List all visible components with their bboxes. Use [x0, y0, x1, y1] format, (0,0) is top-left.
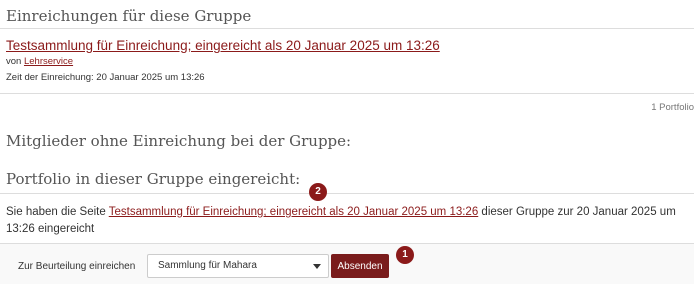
submitted-page-link[interactable]: Testsammlung für Einreichung; eingereich…: [109, 206, 479, 218]
submitted-text-before: Sie haben die Seite: [6, 206, 109, 218]
divider: [0, 28, 694, 29]
collection-select[interactable]: Sammlung für Mahara: [147, 254, 329, 278]
portfolio-submitted-heading: Portfolio in dieser Gruppe eingereicht:: [6, 170, 301, 188]
submission-author: von Lehrservice: [6, 56, 73, 67]
chevron-down-icon: [313, 264, 321, 269]
submit-button[interactable]: Absenden: [331, 254, 389, 278]
submission-time: Zeit der Einreichung: 20 Januar 2025 um …: [6, 72, 205, 83]
assess-action-bar: Zur Beurteilung einreichen Sammlung für …: [0, 244, 694, 284]
submission-author-prefix: von: [6, 56, 24, 67]
assess-label: Zur Beurteilung einreichen: [18, 261, 136, 272]
step-badge-1: 1: [396, 246, 414, 264]
submission-title-link[interactable]: Testsammlung für Einreichung; eingereich…: [6, 38, 440, 53]
divider: [0, 193, 694, 194]
portfolio-count: 1 Portfolio: [651, 102, 694, 113]
author-link[interactable]: Lehrservice: [24, 56, 73, 67]
submitted-message: Sie haben die Seite Testsammlung für Ein…: [6, 204, 694, 238]
collection-select-value: Sammlung für Mahara: [158, 260, 257, 271]
submissions-heading: Einreichungen für diese Gruppe: [6, 7, 252, 25]
step-badge-2: 2: [309, 183, 327, 201]
members-heading: Mitglieder ohne Einreichung bei der Grup…: [6, 132, 352, 150]
divider: [0, 93, 694, 94]
